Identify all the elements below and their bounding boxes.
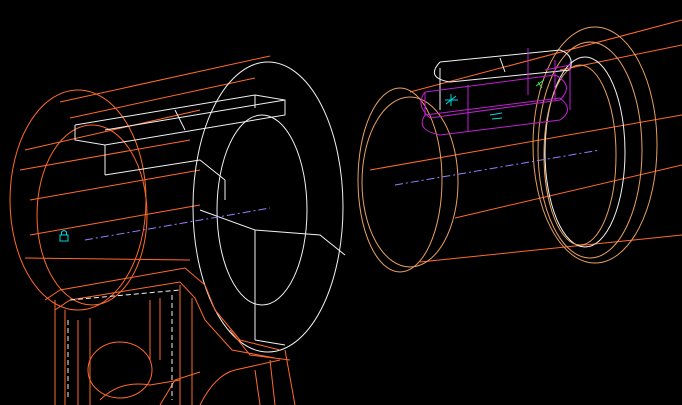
wireframe-canvas[interactable] — [0, 0, 682, 405]
shaft-rear-flange-mid — [537, 41, 643, 259]
shaft-centerline — [394, 149, 601, 186]
shaft-front-chamfer — [361, 96, 459, 268]
housing-rear-bore — [216, 114, 308, 306]
lock-icon[interactable] — [59, 230, 69, 242]
housing-bracket-hidden — [67, 289, 181, 400]
green-marker-icon[interactable] — [535, 79, 545, 89]
housing-rear-flange — [192, 61, 344, 353]
crosshair-icon[interactable] — [445, 94, 458, 106]
housing-centerline — [84, 207, 271, 241]
shaft-part[interactable] — [357, 19, 682, 273]
cad-viewport[interactable] — [0, 0, 682, 405]
shaft-front-outer — [357, 87, 443, 273]
housing-boss — [74, 94, 286, 200]
shaft-long-edges — [369, 19, 682, 263]
keyway-magenta-edges — [420, 48, 571, 136]
dimension-icon[interactable] — [489, 112, 503, 120]
housing-part[interactable] — [9, 55, 346, 405]
housing-flange-notch — [199, 209, 346, 346]
housing-bracket — [44, 267, 296, 405]
